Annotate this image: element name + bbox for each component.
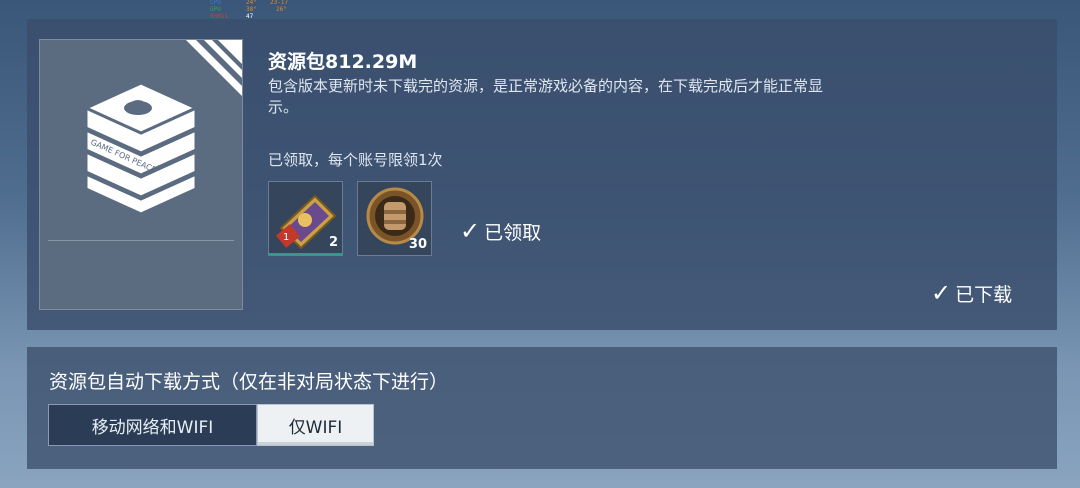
reward-item[interactable]: 1 2: [268, 181, 343, 256]
auto-download-heading: 资源包自动下载方式（仅在非对局状态下进行）: [49, 371, 449, 393]
downloaded-status: ✓ 已下载: [931, 279, 1012, 307]
thumbnail-divider: [48, 240, 234, 241]
temp-b: 26°: [276, 6, 287, 13]
option-wifi-only[interactable]: 仅WIFI: [257, 404, 374, 446]
option-mobile-and-wifi[interactable]: 移动网络和WIFI: [48, 404, 257, 446]
resource-pack-title: 资源包812.29M: [268, 51, 418, 73]
svg-text:1: 1: [283, 232, 289, 243]
check-icon: ✓: [460, 217, 481, 245]
download-mode-selector: 移动网络和WIFI 仅WIFI: [48, 404, 374, 446]
server-stack-icon: GAME FOR PEACE: [82, 81, 200, 214]
downloaded-status-label: 已下载: [955, 283, 1013, 306]
reward-count: 30: [408, 237, 427, 252]
resource-pack-panel: GAME FOR PEACE 资源包812.29M 包含版本更新时未下载完的资源…: [27, 19, 1057, 330]
claim-limit-note: 已领取，每个账号限领1次: [268, 151, 443, 169]
check-icon: ✓: [931, 279, 952, 307]
resource-pack-description: 包含版本更新时未下载完的资源，是正常游戏必备的内容，在下载完成后才能正常显示。: [268, 77, 824, 116]
reward-count: 2: [328, 235, 338, 250]
claimed-status-label: 已领取: [484, 221, 542, 244]
resource-pack-thumbnail: GAME FOR PEACE: [39, 39, 243, 310]
claimed-status: ✓ 已领取: [460, 217, 541, 245]
auto-download-panel: 资源包自动下载方式（仅在非对局状态下进行） 移动网络和WIFI 仅WIFI: [27, 347, 1057, 469]
reward-item[interactable]: 30: [357, 181, 432, 256]
